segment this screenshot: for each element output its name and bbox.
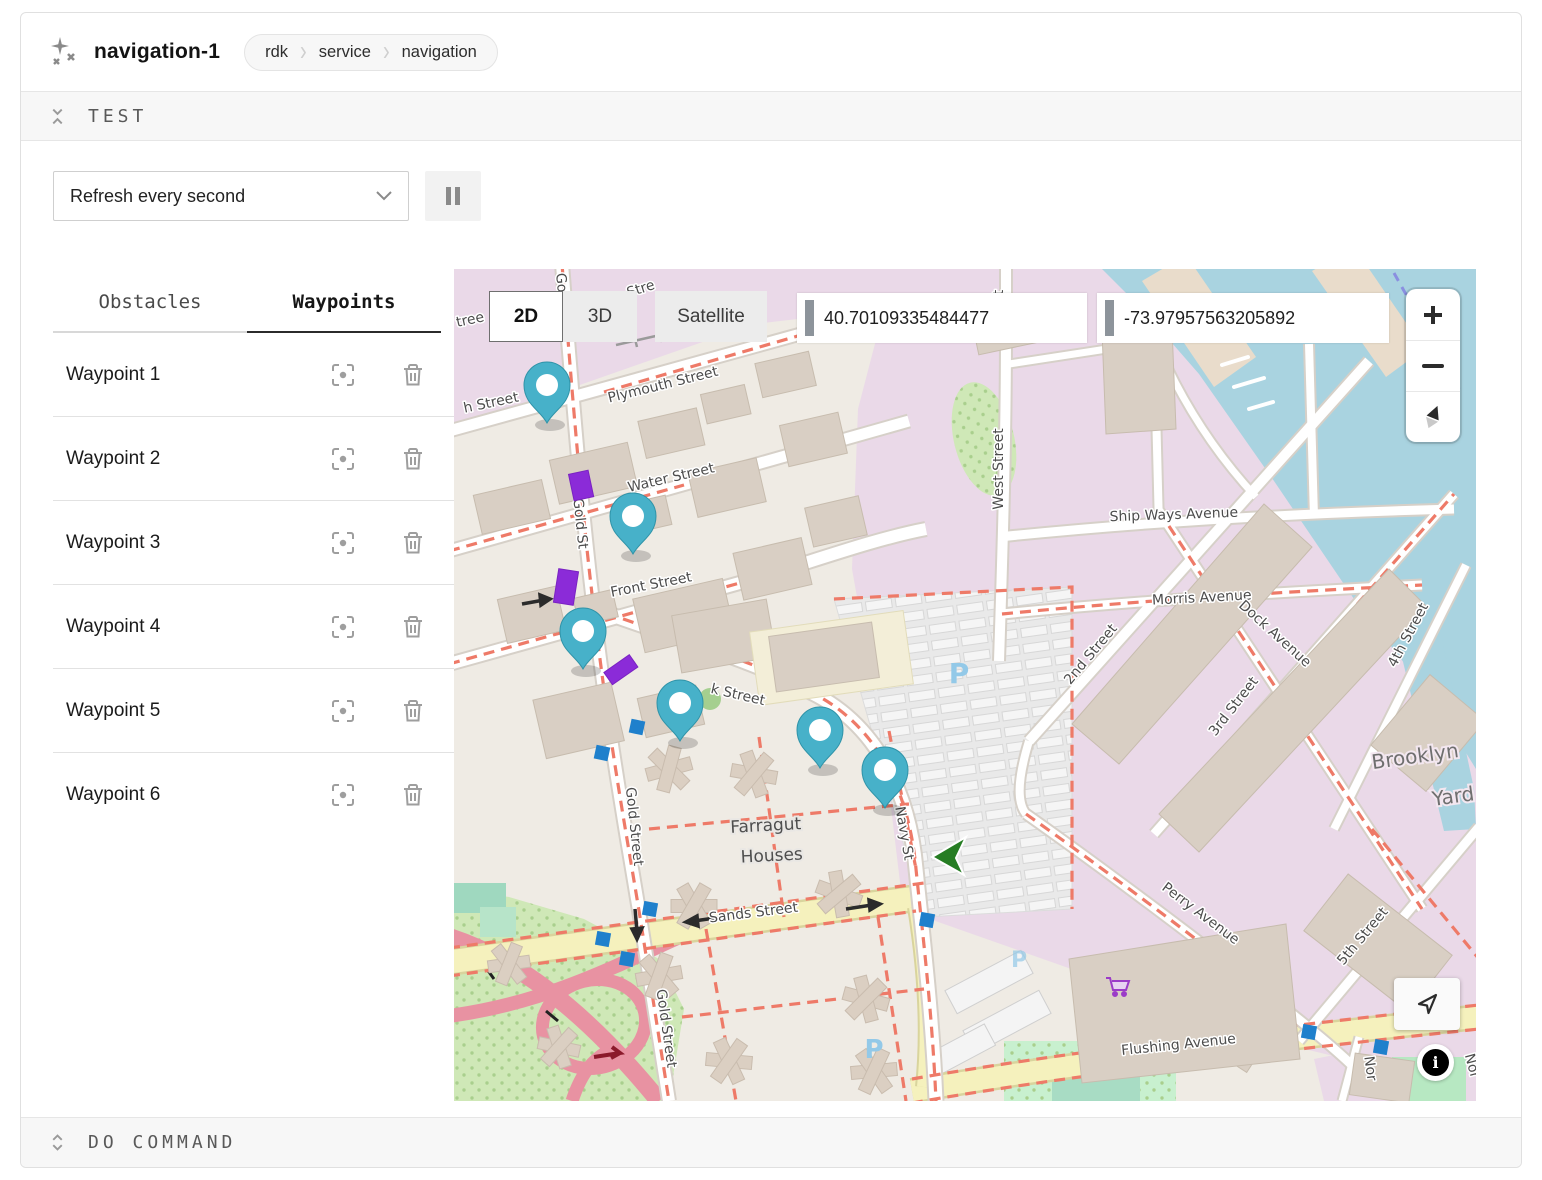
waypoint-label: Waypoint 5 <box>66 700 330 722</box>
plus-icon <box>1421 303 1445 327</box>
sparkle-icon <box>46 35 80 69</box>
drag-handle[interactable] <box>805 300 814 336</box>
waypoint-row: Waypoint 3 <box>53 501 454 585</box>
svg-text:Go: Go <box>552 272 570 293</box>
waypoint-label: Waypoint 1 <box>66 364 330 386</box>
compass-button[interactable] <box>1406 391 1460 442</box>
svg-text:Farragut: Farragut <box>730 814 802 838</box>
collapse-icon <box>49 108 66 125</box>
waypoint-label: Waypoint 6 <box>66 784 330 806</box>
do-command-header[interactable]: DO COMMAND <box>21 1117 1521 1167</box>
chevron-down-icon <box>376 191 392 201</box>
focus-waypoint-button[interactable] <box>330 782 356 808</box>
pause-icon <box>445 186 461 206</box>
mode-2d-button[interactable]: 2D <box>489 291 563 342</box>
svg-text:West Street: West Street <box>991 428 1007 510</box>
waypoint-row: Waypoint 4 <box>53 585 454 669</box>
map-canvas[interactable]: P P P Plymouth Street h Street tree Go S… <box>454 269 1476 1101</box>
latitude-value: 40.70109335484477 <box>824 308 989 329</box>
refresh-controls: Refresh every second <box>21 141 1521 251</box>
delete-waypoint-button[interactable] <box>400 362 426 388</box>
satellite-button[interactable]: Satellite <box>655 291 767 342</box>
waypoint-panel: Obstacles Waypoints Waypoint 1 Waypoint … <box>21 269 454 1101</box>
svg-text:P: P <box>1011 948 1027 973</box>
locate-robot-button[interactable] <box>1394 978 1460 1030</box>
waypoint-row: Waypoint 5 <box>53 669 454 753</box>
delete-waypoint-button[interactable] <box>400 446 426 472</box>
tab-obstacles[interactable]: Obstacles <box>53 269 247 333</box>
focus-waypoint-button[interactable] <box>330 446 356 472</box>
tab-waypoints[interactable]: Waypoints <box>247 269 441 333</box>
test-panel-body: Obstacles Waypoints Waypoint 1 Waypoint … <box>21 269 1521 1101</box>
breadcrumb-item: rdk <box>265 43 288 62</box>
focus-waypoint-button[interactable] <box>330 530 356 556</box>
delete-waypoint-button[interactable] <box>400 782 426 808</box>
delete-waypoint-button[interactable] <box>400 698 426 724</box>
tab-bar: Obstacles Waypoints <box>53 269 454 333</box>
test-panel-header[interactable]: TEST <box>21 91 1521 141</box>
breadcrumb-item: navigation <box>402 43 477 62</box>
delete-waypoint-button[interactable] <box>400 614 426 640</box>
navigation-map[interactable]: P P P Plymouth Street h Street tree Go S… <box>454 269 1476 1101</box>
breadcrumb-separator-icon: › <box>300 36 307 68</box>
do-command-label: DO COMMAND <box>88 1132 236 1153</box>
test-panel-label: TEST <box>88 106 147 127</box>
expand-icon <box>49 1134 66 1151</box>
compass-icon <box>1420 403 1446 431</box>
longitude-input[interactable]: -73.97957563205892 <box>1097 293 1389 343</box>
map-attribution-button[interactable]: i <box>1417 1044 1454 1081</box>
map-mode-toggle: 2D 3D Satellite <box>489 291 767 342</box>
zoom-out-button[interactable] <box>1406 340 1460 391</box>
map-zoom-control <box>1406 289 1460 442</box>
waypoint-row: Waypoint 2 <box>53 417 454 501</box>
drag-handle[interactable] <box>1105 300 1114 336</box>
svg-text:Houses: Houses <box>740 844 803 867</box>
refresh-rate-value: Refresh every second <box>70 186 245 207</box>
pause-button[interactable] <box>425 171 481 221</box>
minus-icon <box>1421 354 1445 378</box>
zoom-in-button[interactable] <box>1406 289 1460 340</box>
svg-text:P: P <box>864 1035 883 1065</box>
map-green-patch <box>480 907 516 937</box>
focus-waypoint-button[interactable] <box>330 362 356 388</box>
info-icon: i <box>1422 1049 1449 1076</box>
waypoint-label: Waypoint 4 <box>66 616 330 638</box>
latitude-input[interactable]: 40.70109335484477 <box>797 293 1087 343</box>
focus-waypoint-button[interactable] <box>330 698 356 724</box>
breadcrumb: rdk › service › navigation <box>244 34 498 71</box>
mode-3d-button[interactable]: 3D <box>563 291 637 342</box>
waypoint-label: Waypoint 3 <box>66 532 330 554</box>
waypoint-label: Waypoint 2 <box>66 448 330 470</box>
refresh-rate-select[interactable]: Refresh every second <box>53 171 409 221</box>
focus-waypoint-button[interactable] <box>330 614 356 640</box>
waypoint-row: Waypoint 1 <box>53 333 454 417</box>
longitude-value: -73.97957563205892 <box>1124 308 1295 329</box>
navigation-card: navigation-1 rdk › service › navigation … <box>20 12 1522 1168</box>
card-header: navigation-1 rdk › service › navigation <box>21 13 1521 91</box>
page-title: navigation-1 <box>94 40 220 64</box>
delete-waypoint-button[interactable] <box>400 530 426 556</box>
waypoint-row: Waypoint 6 <box>53 753 454 837</box>
breadcrumb-item: service <box>319 43 371 62</box>
svg-text:P: P <box>949 657 970 690</box>
navigation-arrow-icon <box>1413 990 1441 1018</box>
breadcrumb-separator-icon: › <box>383 36 390 68</box>
